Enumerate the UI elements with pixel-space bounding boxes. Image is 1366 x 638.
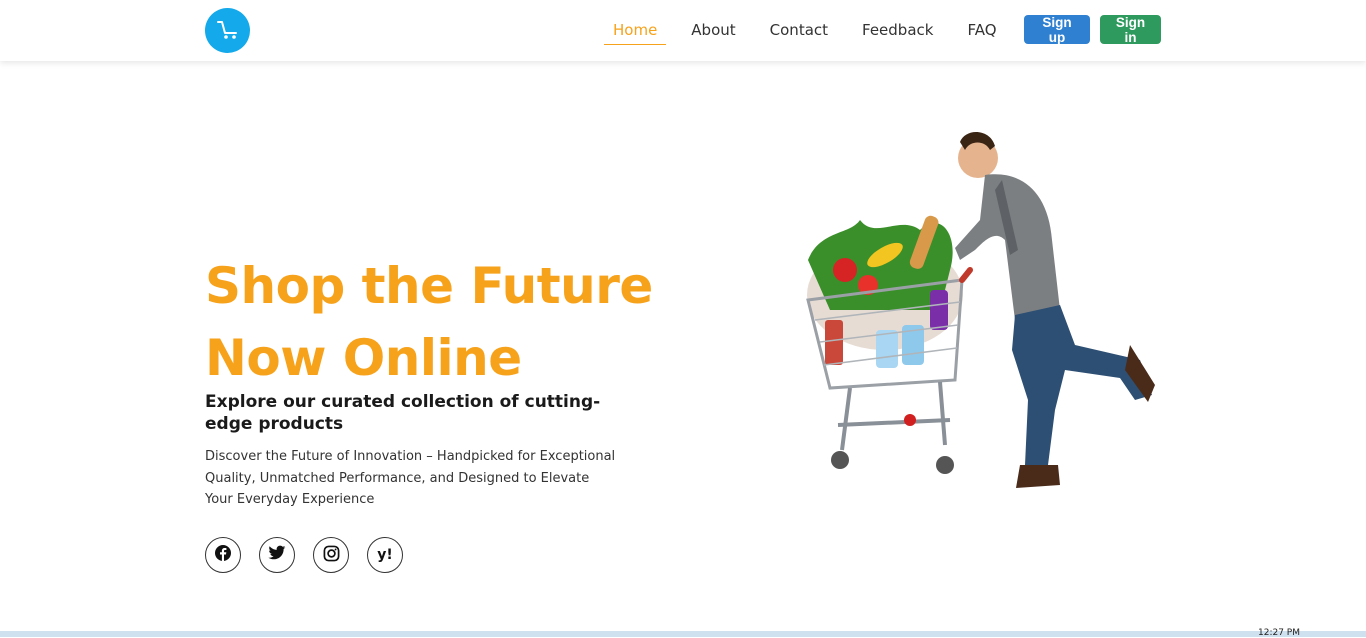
instagram-link[interactable] [313,537,349,573]
nav-feedback[interactable]: Feedback [853,17,942,45]
site-logo[interactable] [205,8,250,53]
instagram-icon [323,545,340,566]
social-links: y! [205,537,421,573]
navbar: Home About Contact Feedback FAQ Sign up … [0,0,1366,61]
facebook-icon [214,544,232,566]
nav-home[interactable]: Home [604,17,667,45]
twitter-icon [268,545,286,565]
nav-faq[interactable]: FAQ [958,17,1005,45]
twitter-link[interactable] [259,537,295,573]
hero-subtitle: Explore our curated collection of cuttin… [205,392,601,434]
facebook-link[interactable] [205,537,241,573]
signin-button[interactable]: Sign in [1100,15,1161,45]
nav-about[interactable]: About [682,17,744,45]
hero-title: Shop the Future Now Online [205,250,675,394]
yahoo-icon: y! [377,547,393,563]
yahoo-link[interactable]: y! [367,537,403,573]
os-taskbar [0,631,1366,637]
signup-button[interactable]: Sign up [1024,15,1090,45]
hero-image-shopper-with-cart [790,120,1170,500]
shopping-cart-icon [215,17,241,45]
hero-description: Discover the Future of Innovation – Hand… [205,449,616,507]
nav-contact[interactable]: Contact [761,17,837,45]
hero-title-line2: Now Online [205,329,522,387]
main-nav: Home About Contact Feedback FAQ [604,0,1022,61]
hero-title-line1: Shop the Future [205,257,653,315]
